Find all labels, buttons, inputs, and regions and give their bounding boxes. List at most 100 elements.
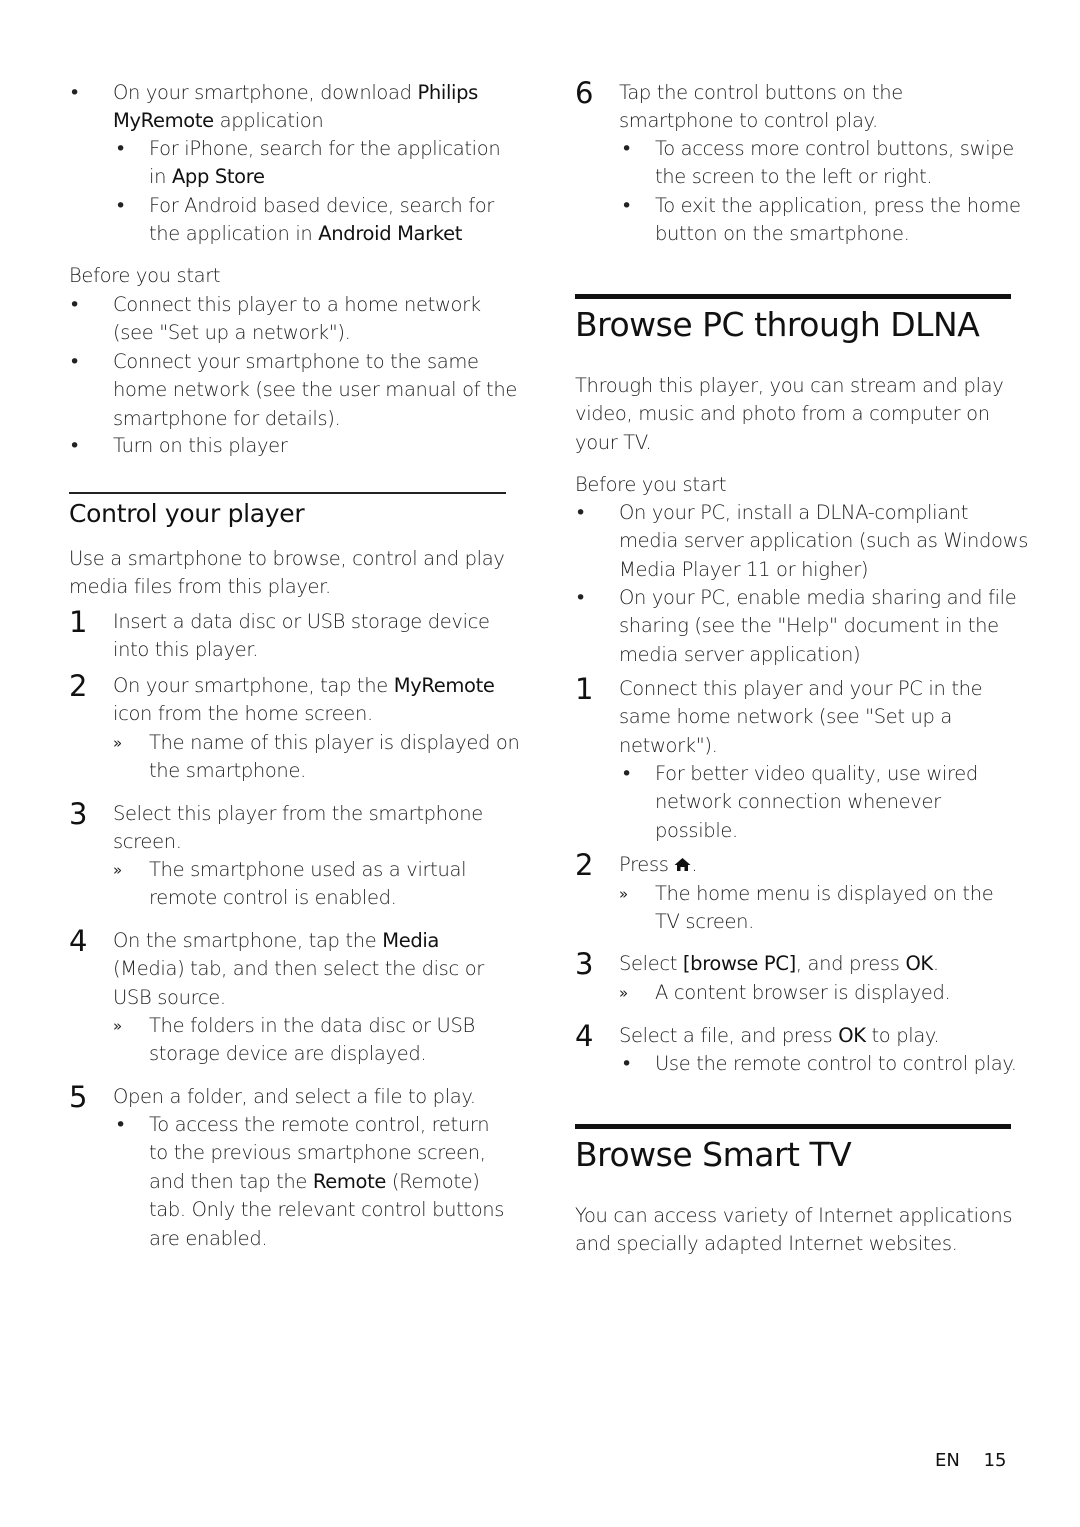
text-line: On your PC, enable media sharing and fil… bbox=[619, 586, 1017, 609]
step-text: Open a folder, and select a file to play… bbox=[113, 1083, 476, 1111]
step-text: Select this player from the smartphone sc… bbox=[113, 800, 483, 857]
intro-text: Through this player, you can stream and … bbox=[575, 372, 1004, 457]
emphasized-term: OK bbox=[838, 1024, 866, 1047]
text-line: the screen to the left or right. bbox=[655, 165, 933, 189]
page-footer: EN 15 bbox=[935, 1447, 1006, 1475]
result-marker: » bbox=[113, 734, 123, 752]
step-number: 2 bbox=[575, 848, 594, 882]
language-code: EN bbox=[935, 1450, 960, 1471]
result-text: The smartphone used as a virtual remote c… bbox=[149, 856, 467, 913]
section-divider bbox=[69, 492, 506, 494]
step-text: On your smartphone, tap the MyRemote icon… bbox=[113, 672, 495, 729]
step-number: 3 bbox=[69, 797, 88, 831]
bullet-text: To access the remote control, return to t… bbox=[149, 1111, 504, 1253]
bullet-marker: • bbox=[575, 502, 587, 524]
text-line: Use the remote control to control play. bbox=[655, 1052, 1017, 1075]
bullet-marker: • bbox=[621, 138, 633, 160]
text-line: button on the smartphone. bbox=[655, 222, 910, 246]
intro-text: You can access variety of Internet appli… bbox=[575, 1202, 1013, 1259]
result-text: The folders in the data disc or USB stora… bbox=[149, 1012, 475, 1069]
text-line: your TV. bbox=[575, 430, 652, 454]
text-line: The folders in the data disc or USB bbox=[149, 1014, 475, 1037]
text-line: media server application (such as Window… bbox=[619, 529, 1029, 553]
result-marker: » bbox=[113, 861, 123, 879]
text-line: Tap the control buttons on the bbox=[619, 81, 903, 104]
step-text: On the smartphone, tap the Media (Media) … bbox=[113, 927, 484, 1012]
text-line: TV screen. bbox=[655, 910, 754, 934]
before-you-start-heading: Before you start bbox=[69, 264, 221, 287]
step-number: 1 bbox=[69, 605, 88, 639]
text-line: To access more control buttons, swipe bbox=[655, 137, 1014, 160]
bullet-text: On your PC, install a DLNA-compliant medi… bbox=[619, 499, 1028, 584]
text-line: You can access variety of Internet appli… bbox=[575, 1204, 1013, 1227]
bullet-text: To exit the application, press the home b… bbox=[655, 192, 1021, 249]
text-line: Connect your smartphone to the same bbox=[113, 350, 479, 373]
press-suffix: . bbox=[691, 853, 698, 876]
text-line: screen. bbox=[113, 830, 182, 854]
text-line: and then tap the Remote (Remote) bbox=[149, 1169, 480, 1193]
text-line: possible. bbox=[655, 818, 738, 842]
text-line: remote control is enabled. bbox=[149, 886, 397, 910]
text-line: in App Store bbox=[149, 165, 265, 189]
text-line: (Media) tab, and then select the disc or bbox=[113, 957, 484, 981]
text-line: A content browser is displayed. bbox=[655, 981, 951, 1004]
text-line: For better video quality, use wired bbox=[655, 762, 978, 785]
step-text: Select a file, and press OK to play. bbox=[619, 1022, 940, 1050]
bullet-marker: • bbox=[621, 763, 633, 785]
text-line: (see "Set up a network"). bbox=[113, 321, 351, 345]
emphasized-term: App Store bbox=[171, 165, 265, 189]
text-line: Use a smartphone to browse, control and … bbox=[69, 547, 505, 570]
text-line: and specially adapted Internet websites. bbox=[575, 1232, 958, 1256]
text-line: icon from the home screen. bbox=[113, 702, 373, 726]
bullet-marker: • bbox=[115, 1114, 127, 1136]
home-icon bbox=[674, 852, 691, 880]
text-line: tab. Only the relevant control buttons bbox=[149, 1198, 505, 1222]
text-line: same home network (see "Set up a bbox=[619, 705, 953, 729]
emphasized-term: Philips bbox=[417, 81, 478, 104]
text-line: to the previous smartphone screen, bbox=[149, 1141, 486, 1165]
text-line: storage device are displayed. bbox=[149, 1042, 427, 1066]
text-line: Open a folder, and select a file to play… bbox=[113, 1085, 476, 1108]
bullet-text: For better video quality, use wired netwo… bbox=[655, 760, 978, 845]
result-marker: » bbox=[113, 1017, 123, 1035]
bullet-marker: • bbox=[69, 82, 81, 104]
text-line: On your PC, install a DLNA-compliant bbox=[619, 501, 969, 524]
page-number: 15 bbox=[983, 1450, 1007, 1471]
press-label: Press bbox=[619, 853, 675, 876]
text-line: the application in Android Market bbox=[149, 222, 463, 246]
text-line: Through this player, you can stream and … bbox=[575, 374, 1004, 397]
text-line: Select a file, and press OK to play. bbox=[619, 1024, 940, 1047]
emphasized-term: MyRemote bbox=[393, 674, 495, 697]
bullet-text: To access more control buttons, swipe the… bbox=[655, 135, 1014, 192]
step-text: Select [browse PC], and press OK. bbox=[619, 950, 939, 978]
step-number: 4 bbox=[69, 924, 88, 958]
text-line: For Android based device, search for bbox=[149, 194, 494, 217]
step-text: Tap the control buttons on the smartphone… bbox=[619, 79, 903, 136]
text-line: Turn on this player bbox=[113, 434, 288, 457]
emphasized-term: [browse PC] bbox=[682, 952, 796, 975]
bullet-text: For Android based device, search for the … bbox=[149, 192, 494, 249]
bullet-marker: • bbox=[621, 1053, 633, 1075]
text-line: For iPhone, search for the application bbox=[149, 137, 501, 160]
text-line: are enabled. bbox=[149, 1226, 268, 1250]
text-line: On your smartphone, tap the MyRemote bbox=[113, 674, 495, 697]
before-you-start-heading: Before you start bbox=[575, 473, 727, 496]
bullet-marker: • bbox=[69, 351, 81, 373]
step-number: 5 bbox=[69, 1080, 88, 1114]
bullet-marker: • bbox=[69, 294, 81, 316]
text-line: The name of this player is displayed on bbox=[149, 731, 520, 754]
section-divider bbox=[575, 1124, 1011, 1129]
text-line: media files from this player. bbox=[69, 575, 331, 599]
text-line: To exit the application, press the home bbox=[655, 194, 1021, 217]
text-line: sharing (see the "Help" document in the bbox=[619, 614, 999, 638]
text-line: network connection whenever bbox=[655, 790, 941, 814]
emphasized-term: OK bbox=[905, 952, 933, 975]
text-line: Connect this player and your PC in the bbox=[619, 677, 983, 700]
bullet-marker: • bbox=[115, 138, 127, 160]
bullet-marker: • bbox=[621, 195, 633, 217]
step-number: 3 bbox=[575, 947, 594, 981]
step-number: 6 bbox=[575, 76, 594, 110]
result-text: A content browser is displayed. bbox=[655, 979, 951, 1007]
control-section-heading: Control your player bbox=[69, 499, 305, 528]
text-line: network"). bbox=[619, 733, 718, 757]
